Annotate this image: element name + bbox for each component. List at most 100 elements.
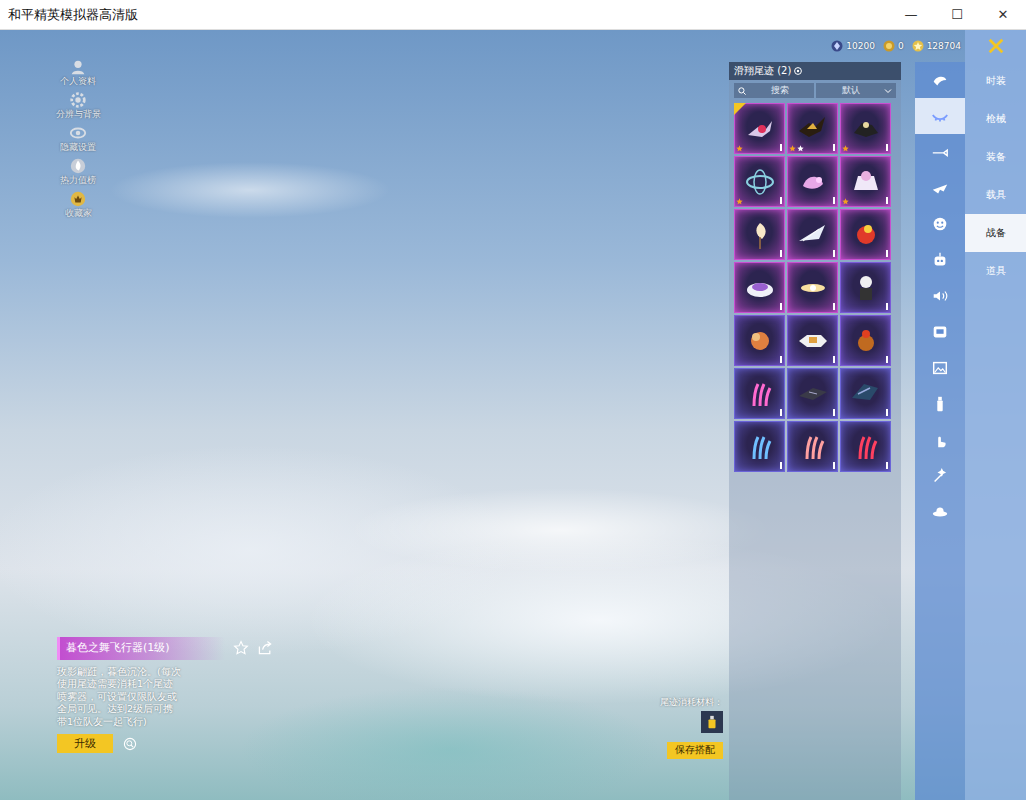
trail-icon [795, 270, 831, 306]
item-name-row: 暮色之舞飞行器(1级) [57, 637, 273, 660]
item-slot[interactable] [840, 262, 891, 313]
count-mark [780, 409, 782, 416]
nav-tab[interactable]: 枪械 [965, 100, 1026, 138]
item-slot[interactable] [734, 368, 785, 419]
category-tab[interactable] [915, 386, 965, 422]
count-mark [886, 197, 888, 204]
minimize-button[interactable]: — [888, 7, 934, 22]
category-tab[interactable] [915, 350, 965, 386]
item-slot[interactable] [787, 315, 838, 366]
trail-icon [742, 323, 778, 359]
side-menu-item[interactable]: 隐藏设置 [56, 124, 100, 153]
trail-icon [795, 217, 831, 253]
category-icon [931, 503, 949, 521]
item-slot[interactable] [840, 209, 891, 260]
side-menu-item[interactable]: 热力值榜 [56, 157, 100, 186]
item-slot[interactable] [840, 315, 891, 366]
item-slot[interactable] [734, 103, 785, 154]
item-slot[interactable] [787, 209, 838, 260]
item-slot[interactable] [787, 262, 838, 313]
currency-value: 0 [898, 41, 904, 51]
item-slot[interactable] [787, 368, 838, 419]
side-menu-item[interactable]: 分辨与背景 [56, 91, 100, 120]
count-mark [833, 250, 835, 257]
close-icon [987, 37, 1005, 55]
item-slot[interactable] [787, 156, 838, 207]
count-mark [886, 144, 888, 151]
item-slot[interactable] [734, 209, 785, 260]
preview-icon[interactable] [123, 737, 137, 751]
nav-tab[interactable]: 战备 [965, 214, 1026, 252]
trail-icon [848, 270, 884, 306]
item-slot[interactable] [734, 315, 785, 366]
main-nav: 时装枪械装备载具战备道具 [965, 30, 1026, 800]
trail-icon [742, 270, 778, 306]
trail-icon [848, 323, 884, 359]
maximize-button[interactable]: ☐ [934, 7, 980, 22]
count-mark [780, 250, 782, 257]
category-tab[interactable] [915, 458, 965, 494]
item-slot[interactable] [734, 262, 785, 313]
star-icon [842, 198, 849, 205]
trail-icon [795, 429, 831, 465]
new-badge [734, 103, 746, 115]
category-tab[interactable] [915, 98, 965, 134]
item-slot[interactable] [734, 156, 785, 207]
star-row [842, 145, 849, 152]
item-slot[interactable] [787, 421, 838, 472]
nav-tab[interactable]: 载具 [965, 176, 1026, 214]
item-panel: 滑翔尾迹 (2)搜索默认 [729, 62, 901, 800]
scene-area: 个人资料分辨与背景隐藏设置热力值榜收藏家暮色之舞飞行器(1级)玫影翩跹，暮色沉沦… [0, 30, 729, 800]
trail-icon [795, 376, 831, 412]
count-mark [886, 462, 888, 469]
nav-tab[interactable]: 道具 [965, 252, 1026, 290]
share-icon[interactable] [257, 640, 273, 656]
category-tab[interactable] [915, 62, 965, 98]
trail-icon [742, 217, 778, 253]
trail-footer: 尾迹消耗材料：保存搭配 [660, 696, 723, 759]
category-tab[interactable] [915, 494, 965, 530]
bottom-area: 暮色之舞飞行器(1级)玫影翩跹，暮色沉沦。(每次使用尾迹需要消耗1个尾迹喷雾器，… [0, 637, 729, 800]
trail-icon [848, 217, 884, 253]
category-tab[interactable] [915, 242, 965, 278]
search-placeholder: 搜索 [749, 84, 810, 97]
trail-icon [848, 164, 884, 200]
category-tab[interactable] [915, 206, 965, 242]
category-icon [931, 431, 949, 449]
sort-dropdown[interactable]: 默认 [816, 83, 896, 98]
item-slot[interactable] [840, 421, 891, 472]
nav-tab[interactable]: 装备 [965, 138, 1026, 176]
side-menu-item[interactable]: 收藏家 [56, 190, 100, 219]
close-button[interactable] [965, 30, 1026, 62]
diamond-icon [831, 40, 843, 52]
nav-label: 载具 [986, 188, 1006, 202]
item-slot[interactable] [840, 103, 891, 154]
category-tab[interactable] [915, 422, 965, 458]
category-icon [931, 215, 949, 233]
side-menu-item[interactable]: 个人资料 [56, 58, 100, 87]
save-button[interactable]: 保存搭配 [667, 742, 723, 759]
category-tab[interactable] [915, 134, 965, 170]
category-icon [931, 107, 949, 125]
panel-row: 滑翔尾迹 (2)搜索默认 [729, 62, 965, 800]
search-field[interactable]: 搜索 [734, 83, 814, 98]
favorite-icon[interactable] [233, 640, 249, 656]
category-tab[interactable] [915, 314, 965, 350]
upgrade-button[interactable]: 升级 [57, 734, 113, 753]
nav-label: 装备 [986, 150, 1006, 164]
category-column [915, 62, 965, 800]
inventory-area: 102000128704滑翔尾迹 (2)搜索默认 [729, 30, 965, 800]
nav-tab[interactable]: 时装 [965, 62, 1026, 100]
category-icon [931, 179, 949, 197]
item-slot[interactable] [840, 156, 891, 207]
menu-icon [69, 190, 87, 208]
close-button[interactable]: ✕ [980, 7, 1026, 22]
material-slot[interactable] [701, 711, 723, 733]
category-tab[interactable] [915, 278, 965, 314]
currency: 0 [883, 40, 904, 52]
item-slot[interactable] [787, 103, 838, 154]
category-tab[interactable] [915, 170, 965, 206]
item-slot[interactable] [840, 368, 891, 419]
item-slot[interactable] [734, 421, 785, 472]
side-menu-label: 隐藏设置 [60, 142, 96, 153]
